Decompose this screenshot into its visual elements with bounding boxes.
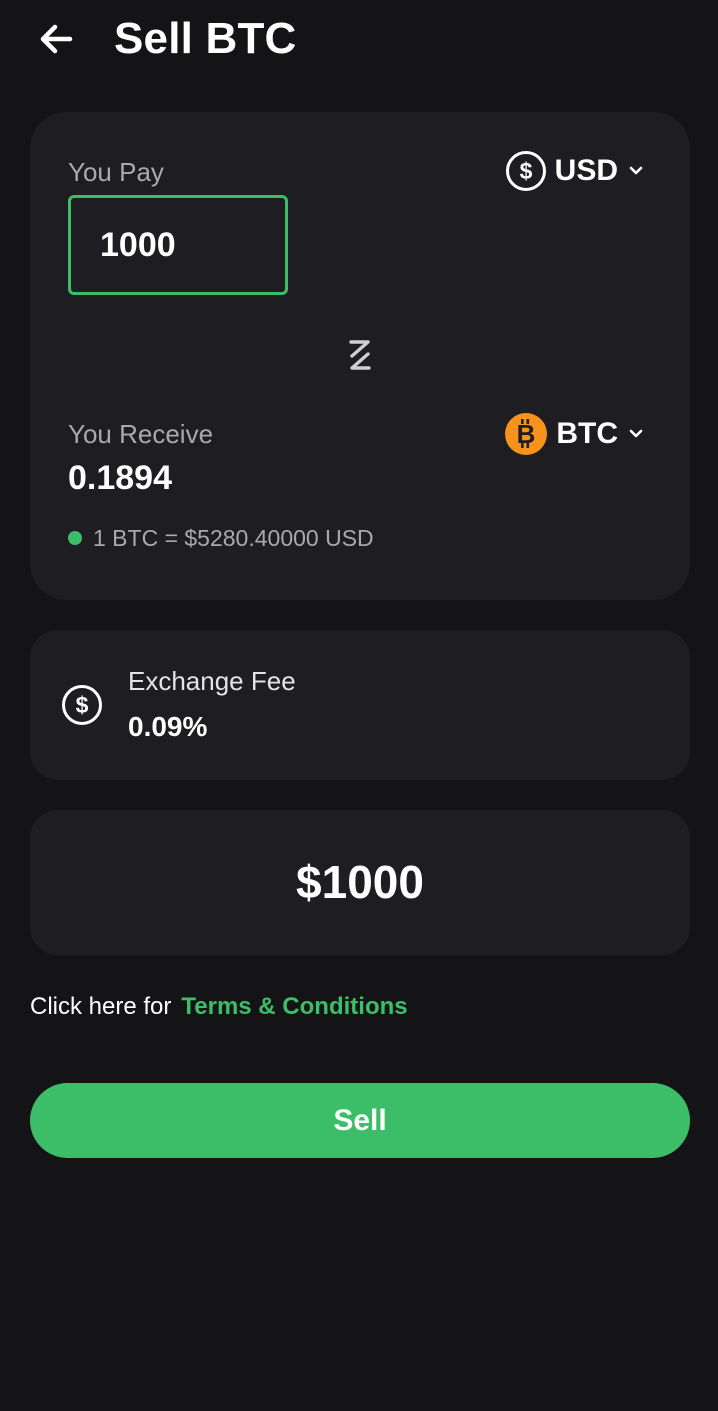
exchange-fee-card: $ Exchange Fee 0.09% <box>30 630 690 780</box>
exchange-card: You Pay $ USD You Receive B BTC <box>30 112 690 600</box>
exchange-rate-text: 1 BTC = $5280.40000 USD <box>93 525 374 551</box>
dollar-circle-icon: $ <box>505 151 546 191</box>
chevron-down-icon <box>629 429 643 438</box>
swap-button[interactable] <box>342 334 378 376</box>
pay-amount-input[interactable] <box>68 195 288 295</box>
you-receive-label: You Receive <box>68 419 214 449</box>
sell-button[interactable]: Sell <box>30 1083 690 1158</box>
rate-status-dot <box>68 531 82 545</box>
svg-text:$: $ <box>76 692 89 718</box>
receive-currency-code: BTC <box>556 417 618 450</box>
terms-prefix: Click here for <box>30 993 172 1020</box>
arrow-left-icon <box>40 24 73 54</box>
pay-currency-code: USD <box>554 154 618 187</box>
terms-link[interactable]: Terms & Conditions <box>181 992 407 1022</box>
header: Sell BTC <box>0 0 718 80</box>
exchange-fee-value: 0.09% <box>128 711 208 742</box>
receive-currency-select[interactable]: B BTC <box>504 412 644 456</box>
receive-amount: 0.1894 <box>68 459 172 497</box>
chevron-down-icon <box>629 166 643 175</box>
dollar-circle-icon: $ <box>62 685 102 725</box>
svg-text:$: $ <box>519 158 532 184</box>
pay-currency-select[interactable]: $ USD <box>505 150 644 192</box>
terms-row: Click here for Terms & Conditions <box>30 992 408 1022</box>
swap-icon <box>349 340 371 370</box>
total-amount: $1000 <box>296 856 424 908</box>
bitcoin-icon: B <box>505 413 548 455</box>
svg-text:B: B <box>517 419 536 449</box>
exchange-rate: 1 BTC = $5280.40000 USD <box>68 524 374 552</box>
exchange-fee-label: Exchange Fee <box>128 666 296 696</box>
back-button[interactable] <box>36 20 76 58</box>
you-pay-label: You Pay <box>68 157 164 187</box>
page-title: Sell BTC <box>114 14 297 63</box>
total-card: $1000 <box>30 810 690 955</box>
